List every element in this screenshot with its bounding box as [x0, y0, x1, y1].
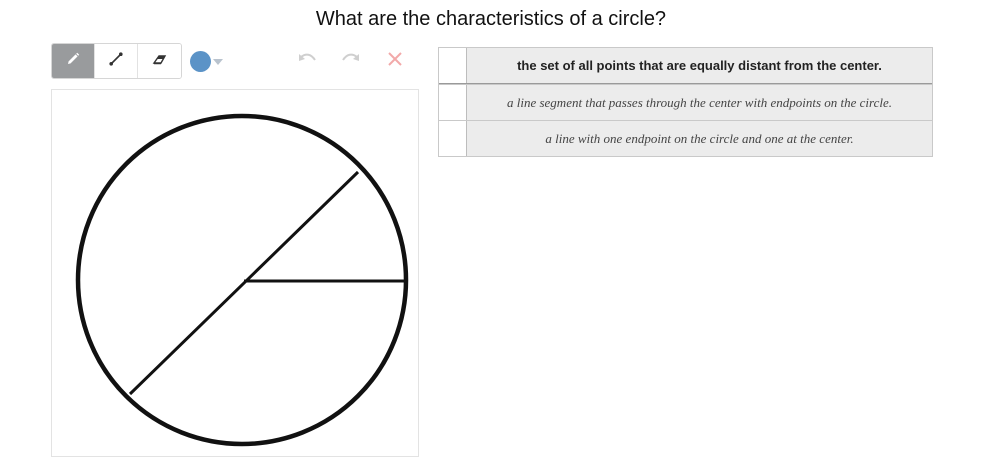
option-row[interactable]: the set of all points that are equally d…: [439, 48, 932, 84]
option-row[interactable]: a line segment that passes through the c…: [439, 84, 932, 120]
pencil-icon: [65, 51, 81, 72]
color-swatch: [190, 50, 211, 72]
option-row[interactable]: a line with one endpoint on the circle a…: [439, 120, 932, 156]
pencil-tool-button[interactable]: [52, 44, 95, 78]
chevron-down-icon: [213, 52, 223, 70]
close-icon: [387, 51, 403, 72]
option-label: a line segment that passes through the c…: [506, 94, 892, 110]
redo-button[interactable]: [340, 50, 362, 72]
history-controls: [296, 50, 428, 72]
drawn-diameter: [128, 170, 360, 396]
undo-icon: [297, 52, 317, 71]
answer-options: the set of all points that are equally d…: [438, 47, 933, 157]
drawing-canvas[interactable]: [51, 89, 419, 457]
option-label: the set of all points that are equally d…: [517, 58, 882, 73]
line-icon: [108, 51, 124, 72]
option-label: a line with one endpoint on the circle a…: [545, 130, 854, 146]
eraser-icon: [152, 51, 168, 72]
tool-group: [51, 43, 182, 79]
undo-button[interactable]: [296, 50, 318, 72]
option-checkbox[interactable]: [439, 121, 467, 156]
color-picker[interactable]: [190, 44, 223, 78]
question-title: What are the characteristics of a circle…: [315, 8, 667, 30]
drawing-toolbar: [51, 43, 223, 79]
drawing-surface: [75, 113, 409, 447]
option-checkbox[interactable]: [439, 85, 467, 120]
option-checkbox[interactable]: [439, 48, 467, 83]
clear-button[interactable]: [384, 50, 406, 72]
eraser-tool-button[interactable]: [138, 44, 181, 78]
line-tool-button[interactable]: [95, 44, 138, 78]
redo-icon: [341, 52, 361, 71]
